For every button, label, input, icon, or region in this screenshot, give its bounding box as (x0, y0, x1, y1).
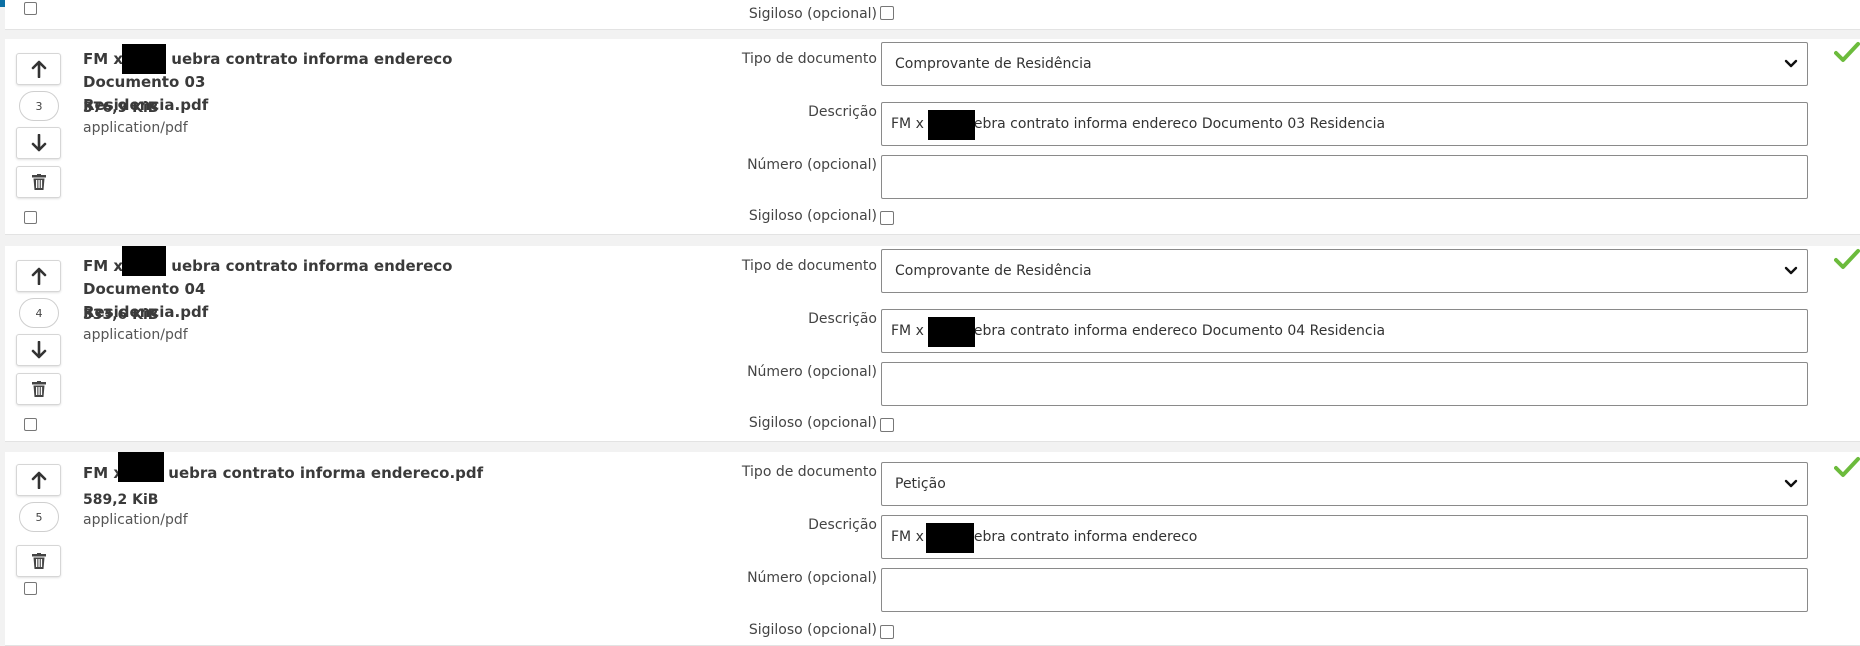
move-down-button[interactable] (16, 334, 61, 366)
tipo-documento-label: Tipo de documento (741, 464, 877, 480)
order-number: 4 (19, 298, 59, 328)
descricao-value: FM x (891, 323, 924, 339)
document-row: 4 FM x uebra contrato informa endereco D… (5, 246, 1860, 442)
move-up-button[interactable] (16, 260, 61, 292)
tipo-documento-label: Tipo de documento (741, 258, 877, 274)
file-mime-type: application/pdf (83, 120, 188, 136)
sigiloso-label: Sigiloso (opcional) (748, 622, 877, 638)
redaction-box (928, 110, 975, 140)
file-mime-type: application/pdf (83, 512, 188, 528)
descricao-value-rest: ebra contrato informa endereco (973, 529, 1198, 545)
descricao-label: Descrição (808, 311, 877, 327)
descricao-value-rest: ebra contrato informa endereco Documento… (973, 323, 1386, 339)
descricao-input[interactable]: FM x ebra contrato informa endereco Docu… (881, 309, 1808, 353)
tipo-documento-label: Tipo de documento (741, 51, 877, 67)
sigiloso-label: Sigiloso (opcional) (748, 6, 877, 22)
descricao-value-rest: ebra contrato informa endereco Documento… (973, 116, 1386, 132)
checkmark-icon (1834, 42, 1860, 62)
arrow-down-icon (31, 341, 46, 359)
sigiloso-checkbox[interactable] (880, 418, 894, 432)
numero-label: Número (opcional) (747, 157, 877, 173)
trash-icon (31, 381, 46, 397)
file-size: 333,6 KiB (83, 307, 159, 323)
move-down-button[interactable] (16, 127, 61, 159)
arrow-up-icon (31, 60, 46, 78)
document-row: 5 FM x uebra contrato informa endereco.p… (5, 452, 1860, 646)
file-size: 376,9 KiB (83, 100, 159, 116)
descricao-input[interactable]: FM x ebra contrato informa endereco Docu… (881, 102, 1808, 146)
numero-label: Número (opcional) (747, 364, 877, 380)
tipo-documento-select[interactable]: Comprovante de Residência (881, 249, 1808, 293)
previous-document-row: Sigiloso (opcional) (5, 0, 1860, 30)
checkmark-icon (1834, 457, 1860, 477)
descricao-label: Descrição (808, 104, 877, 120)
select-checkbox[interactable] (24, 211, 37, 224)
sigiloso-label: Sigiloso (opcional) (748, 208, 877, 224)
descricao-label: Descrição (808, 517, 877, 533)
descricao-value: FM x (891, 529, 924, 545)
chevron-down-icon (1784, 479, 1798, 488)
move-up-button[interactable] (16, 464, 61, 496)
numero-label: Número (opcional) (747, 570, 877, 586)
numero-input[interactable] (881, 568, 1808, 612)
delete-button[interactable] (16, 166, 61, 198)
arrow-down-icon (31, 134, 46, 152)
tipo-documento-value: Comprovante de Residência (895, 263, 1092, 279)
select-checkbox[interactable] (24, 2, 37, 15)
redaction-box (118, 452, 164, 482)
tipo-documento-select[interactable]: Comprovante de Residência (881, 42, 1808, 86)
arrow-up-icon (31, 471, 46, 489)
descricao-value: FM x (891, 116, 924, 132)
redaction-box (926, 523, 974, 553)
tipo-documento-select[interactable]: Petição (881, 462, 1808, 506)
document-row: 3 FM x uebra contrato informa endereco D… (5, 39, 1860, 235)
trash-icon (31, 553, 46, 569)
checkmark-icon (1834, 249, 1860, 269)
trash-icon (31, 174, 46, 190)
move-up-button[interactable] (16, 53, 61, 85)
tipo-documento-value: Petição (895, 476, 946, 492)
numero-input[interactable] (881, 155, 1808, 199)
redaction-box (122, 44, 166, 74)
file-mime-type: application/pdf (83, 327, 188, 343)
numero-input[interactable] (881, 362, 1808, 406)
redaction-box (928, 317, 975, 347)
chevron-down-icon (1784, 266, 1798, 275)
chevron-down-icon (1784, 59, 1798, 68)
delete-button[interactable] (16, 545, 61, 577)
sigiloso-checkbox[interactable] (880, 625, 894, 639)
delete-button[interactable] (16, 373, 61, 405)
order-number: 3 (19, 91, 59, 121)
sigiloso-checkbox[interactable] (880, 6, 894, 20)
sigiloso-checkbox[interactable] (880, 211, 894, 225)
order-number: 5 (19, 502, 59, 532)
descricao-input[interactable]: FM x ebra contrato informa endereco (881, 515, 1808, 559)
select-checkbox[interactable] (24, 418, 37, 431)
file-size: 589,2 KiB (83, 492, 159, 508)
arrow-up-icon (31, 267, 46, 285)
sigiloso-label: Sigiloso (opcional) (748, 415, 877, 431)
tipo-documento-value: Comprovante de Residência (895, 56, 1092, 72)
select-checkbox[interactable] (24, 582, 37, 595)
redaction-box (122, 246, 166, 276)
